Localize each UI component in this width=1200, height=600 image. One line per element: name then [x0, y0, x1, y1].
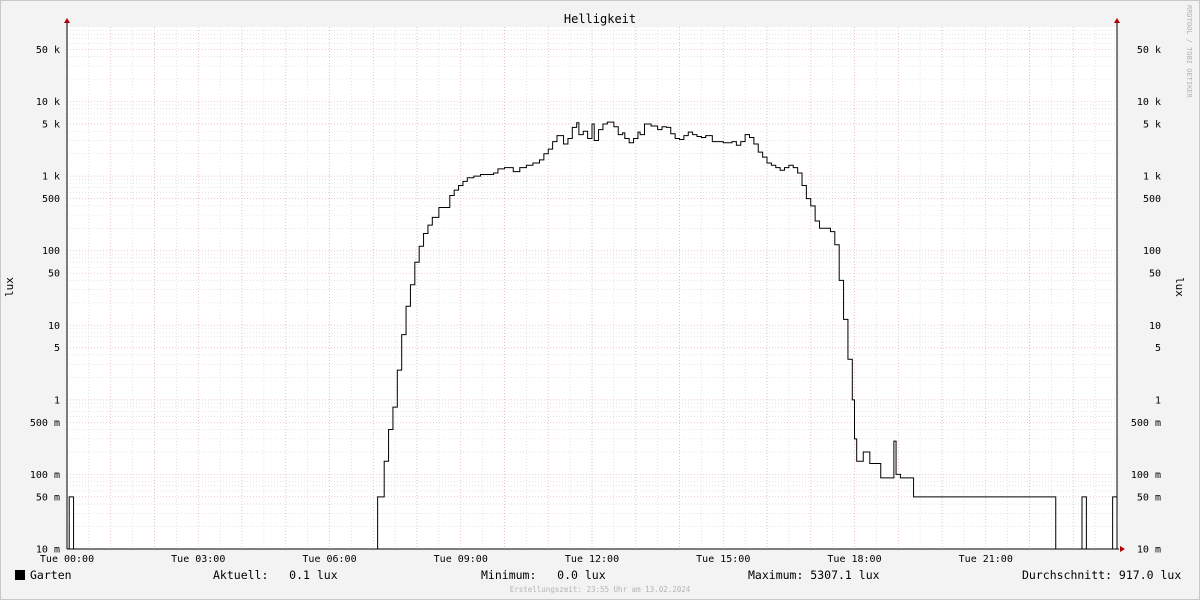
y-tick-label-left: 10 k: [36, 97, 60, 108]
y-tick-label-left: 50 m: [36, 492, 60, 503]
stat-minimum: Minimum: 0.0 lux: [481, 568, 606, 582]
y-tick-label-left: 500 m: [30, 418, 60, 429]
watermark: RRDTOOL / TOBI OETIKER: [1185, 5, 1193, 99]
y-tick-label-right: 50 k: [1137, 45, 1161, 56]
stat-current: Aktuell: 0.1 lux: [213, 568, 338, 582]
y-tick-label-right: 100 m: [1131, 470, 1161, 481]
x-tick-label: Tue 06:00: [302, 554, 356, 565]
y-axis-title-right: lux: [1173, 277, 1186, 297]
y-tick-label-left: 100 m: [30, 470, 60, 481]
y-tick-label-right: 10: [1149, 321, 1161, 332]
y-axis-right-arrow: [1114, 18, 1120, 23]
x-tick-label: Tue 03:00: [171, 554, 225, 565]
y-tick-label-right: 100: [1143, 246, 1161, 257]
y-tick-label-right: 1: [1155, 395, 1161, 406]
x-tick-label: Tue 18:00: [827, 554, 881, 565]
x-tick-label: Tue 09:00: [434, 554, 488, 565]
y-tick-label-right: 10 m: [1137, 545, 1161, 556]
y-tick-label-right: 1 k: [1143, 172, 1161, 183]
x-tick-label: Tue 15:00: [696, 554, 750, 565]
y-tick-label-left: 5: [54, 343, 60, 354]
x-axis-arrow: [1120, 546, 1125, 552]
y-tick-label-left: 500: [42, 194, 60, 205]
y-tick-label-right: 50: [1149, 269, 1161, 280]
chart-title: Helligkeit: [564, 12, 636, 26]
stat-average: Durchschnitt: 917.0 lux: [1022, 568, 1182, 582]
legend-swatch: [15, 570, 25, 580]
y-tick-label-right: 50 m: [1137, 492, 1161, 503]
brightness-chart: 10 m 10 m50 m 50 m100 m 100 m500 m 500 m1 15 5…: [3, 5, 1193, 565]
y-tick-label-left: 5 k: [42, 120, 60, 131]
y-tick-label-left: 50 k: [36, 45, 60, 56]
y-axis-title-left: lux: [3, 277, 16, 297]
x-tick-label: Tue 12:00: [565, 554, 619, 565]
y-tick-label-right: 500 m: [1131, 418, 1161, 429]
stat-maximum: Maximum: 5307.1 lux: [748, 568, 880, 582]
x-tick-label: Tue 00:00: [40, 554, 94, 565]
y-tick-label-right: 10 k: [1137, 97, 1161, 108]
y-tick-label-left: 50: [48, 269, 60, 280]
x-tick-label: Tue 21:00: [959, 554, 1013, 565]
y-axis-left-arrow: [64, 18, 70, 23]
creation-timestamp: Erstellungszeit: 23:55 Uhr am 13.02.2024: [509, 585, 691, 594]
y-tick-label-left: 100: [42, 246, 60, 257]
y-tick-label-right: 500: [1143, 194, 1161, 205]
y-tick-label-right: 5: [1155, 343, 1161, 354]
legend-label: Garten: [30, 568, 72, 582]
y-tick-label-left: 1 k: [42, 172, 60, 183]
y-tick-label-left: 1: [54, 395, 60, 406]
y-tick-label-left: 10: [48, 321, 60, 332]
y-tick-label-right: 5 k: [1143, 120, 1161, 131]
